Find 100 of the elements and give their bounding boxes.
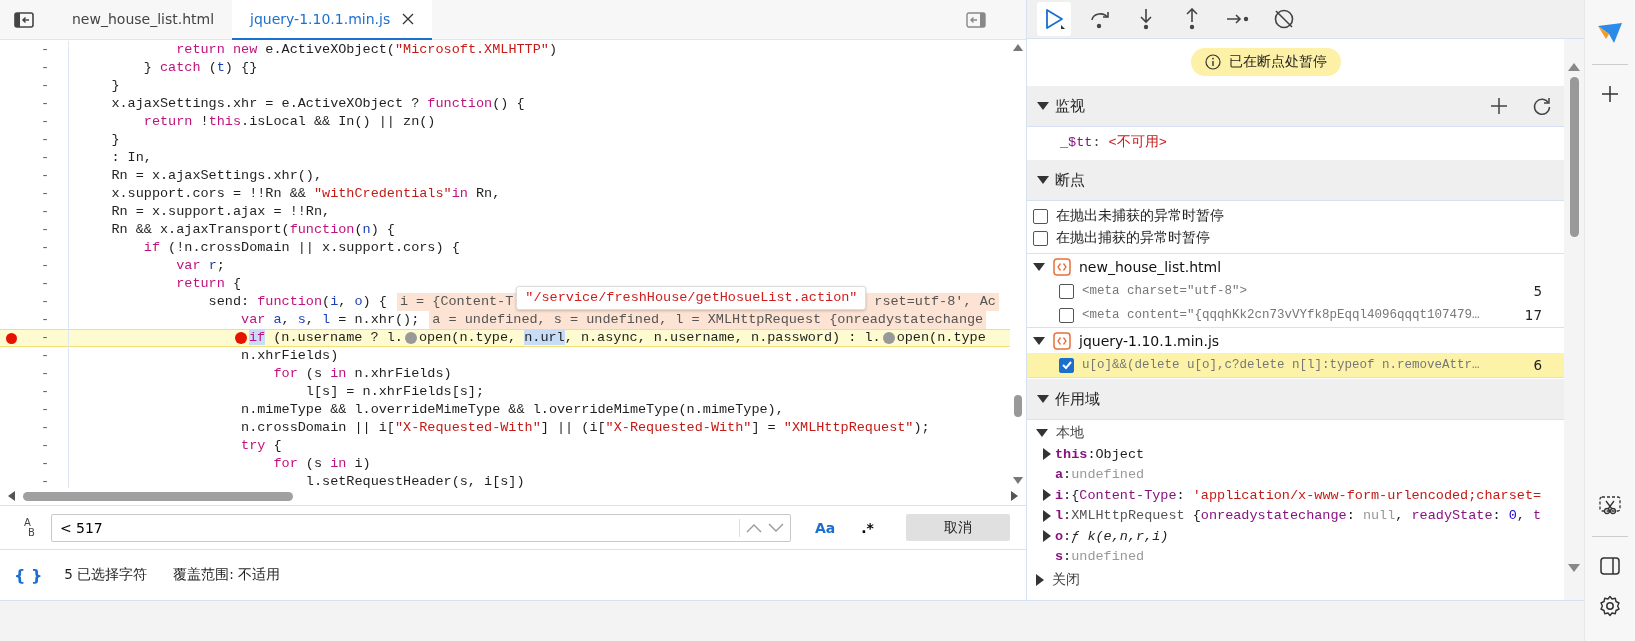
section-title[interactable]: 断点 <box>1055 170 1085 190</box>
checkbox[interactable] <box>1033 208 1048 224</box>
checkbox[interactable] <box>1033 230 1048 246</box>
cancel-button[interactable]: 取消 <box>905 514 1010 541</box>
scroll-down-icon[interactable] <box>1013 476 1023 484</box>
code-text: for (s in n.xhrFields) <box>272 365 452 383</box>
code-text: n.xhrFields) <box>240 347 339 365</box>
scroll-up-icon[interactable] <box>1568 63 1581 71</box>
expand-arrow-icon[interactable] <box>1033 262 1045 271</box>
scope-variable: this:Object <box>1055 446 1145 462</box>
code-text: n.crossDomain || i["X-Requested-With"] || (i["X-Requested-With"] = "XMLHttpRequest"); <box>240 419 930 437</box>
code-text: Rn = x.support.ajax = !!Rn, <box>110 203 331 221</box>
resume-button[interactable] <box>1037 2 1071 36</box>
play-icon[interactable] <box>1043 8 1065 30</box>
scope-variable: l:XMLHttpRequest {onreadystatechange: null, readyState: 0, t <box>1055 508 1542 524</box>
code-text: var a, s, l = n.xhr(); <box>240 311 420 329</box>
section-header[interactable]: 监视 <box>1027 85 1565 127</box>
chevron-down-icon[interactable] <box>767 522 784 533</box>
line-number: 6 <box>1533 357 1543 373</box>
selection-count: 5 已选择字符 <box>64 566 148 585</box>
expand-arrow-icon[interactable] <box>1037 395 1049 403</box>
expand-arrow-icon[interactable] <box>1037 102 1049 110</box>
expand-arrow-icon[interactable] <box>1043 489 1051 502</box>
code-text: var r; <box>175 257 225 275</box>
breakpoint-item[interactable]: <meta charset="utf-8"> 5 <box>1027 279 1565 303</box>
expand-arrow-icon[interactable] <box>1043 448 1051 461</box>
expand-arrow-icon[interactable] <box>1036 574 1044 586</box>
replace-toggle[interactable]: A B <box>14 517 41 538</box>
line-number: 5 <box>1533 283 1543 299</box>
section-title[interactable]: 作用域 <box>1055 389 1100 409</box>
checkbox[interactable] <box>1059 283 1074 299</box>
code-text: x.ajaxSettings.xhr = e.ActiveXObject ? function() { <box>110 95 525 113</box>
chevron-up-icon[interactable] <box>745 522 762 533</box>
settings-icon[interactable] <box>1599 595 1621 617</box>
expand-arrow-icon[interactable] <box>1043 509 1051 522</box>
file-code-icon <box>1053 257 1071 276</box>
scroll-right-icon[interactable] <box>1011 491 1018 502</box>
code-text: send: function(i, o) { <box>207 293 387 311</box>
collapse-panel-icon[interactable] <box>966 11 986 28</box>
breakpoint-marker[interactable] <box>5 332 17 344</box>
deactivate-breakpoints-icon[interactable] <box>1273 8 1295 30</box>
section-header[interactable]: 作用域 <box>1027 378 1565 420</box>
pretty-print-button[interactable]: { } <box>14 565 43 585</box>
code-text: return !this.isLocal && In() || zn() <box>142 113 436 131</box>
close-icon[interactable] <box>402 12 415 25</box>
file-tab[interactable]: jquery-1.10.1.min.js <box>232 0 433 40</box>
scroll-left-icon[interactable] <box>8 491 15 502</box>
inline-value: rset=utf-8', Ac <box>871 293 999 311</box>
code-text: l.setRequestHeader(s, i[s]) <box>304 473 525 488</box>
scroll-down-icon[interactable] <box>1568 564 1581 572</box>
scope-variable: a:undefined <box>1055 467 1145 483</box>
code-text: for (s in i) <box>272 455 371 473</box>
expand-arrow-icon[interactable] <box>1036 429 1048 437</box>
file-code-icon <box>1053 331 1071 350</box>
breakpoint-item[interactable]: <meta content="{qqqhKk2cn73vVYfk8pEqql4096qqqt107479… 17 <box>1027 303 1565 327</box>
checkbox[interactable] <box>1059 357 1074 373</box>
scrollbar-thumb[interactable] <box>23 491 293 501</box>
section-title[interactable]: 监视 <box>1055 96 1085 116</box>
scope-variable: s:undefined <box>1055 549 1145 565</box>
search-field[interactable]: < 517 <box>50 513 791 542</box>
inline-value: a = undefined, s = undefined, l = XMLHttpRequest {onreadystatechange <box>429 311 987 329</box>
add-icon[interactable] <box>1601 85 1619 103</box>
inline-value: i = {Content-T <box>396 293 517 311</box>
code-text: return { <box>175 275 242 293</box>
file-name[interactable]: new_house_list.html <box>1079 258 1222 275</box>
scope-group-title[interactable]: 关闭 <box>1052 571 1080 589</box>
add-icon[interactable] <box>1490 97 1509 115</box>
code-text: if (!n.crossDomain || x.support.cors) { <box>142 239 460 257</box>
file-name[interactable]: jquery-1.10.1.min.js <box>1079 332 1220 349</box>
code-text: : In, <box>110 149 152 167</box>
search-option[interactable]: Aa <box>806 519 844 536</box>
code-text: n.mimeType && l.overrideMimeType && l.overrideMimeType(n.mimeType), <box>240 401 784 419</box>
file-tab[interactable]: new_house_list.html <box>54 0 233 40</box>
code-text: Rn = x.ajaxSettings.xhr(), <box>110 167 323 185</box>
expand-arrow-icon[interactable] <box>1033 336 1045 345</box>
code-text: if (n.username ? l. <box>248 329 403 347</box>
scroll-up-icon[interactable] <box>1013 44 1023 51</box>
split-panel-icon[interactable] <box>1600 557 1620 575</box>
expand-arrow-icon[interactable] <box>1043 530 1051 543</box>
code-text: open(n.type <box>896 329 986 347</box>
breakpoint-item[interactable]: u[o]&&(delete u[o],c?delete n[l]:typeof n.removeAttr… 6 <box>1027 353 1565 377</box>
breakpoint-code: <meta charset="utf-8"> <box>1082 284 1248 298</box>
scrollbar-thumb[interactable] <box>1014 394 1022 417</box>
section-header[interactable]: 断点 <box>1027 159 1565 201</box>
checkbox[interactable] <box>1059 307 1074 323</box>
refresh-icon[interactable] <box>1532 96 1553 116</box>
paper-plane-icon[interactable] <box>1597 22 1623 44</box>
code-text: try { <box>240 437 282 455</box>
scrollbar-thumb[interactable] <box>1569 77 1579 237</box>
coverage-status: 覆盖范围: 不适用 <box>173 566 281 585</box>
breakpoint-location-icon[interactable] <box>404 332 417 344</box>
sidebar-toggle-icon[interactable] <box>14 11 34 28</box>
breakpoint-location-icon[interactable] <box>234 332 247 344</box>
breakpoint-location-icon[interactable] <box>882 332 895 344</box>
expand-arrow-icon[interactable] <box>1037 176 1049 184</box>
screenshot-icon[interactable] <box>1599 496 1621 516</box>
scope-group-title[interactable]: 本地 <box>1056 424 1084 442</box>
info-icon <box>1204 54 1221 70</box>
search-option[interactable]: .* <box>853 519 882 536</box>
scope-variable: i:{Content-Type: 'application/x-www-form-urlencoded;charset= <box>1055 487 1542 503</box>
